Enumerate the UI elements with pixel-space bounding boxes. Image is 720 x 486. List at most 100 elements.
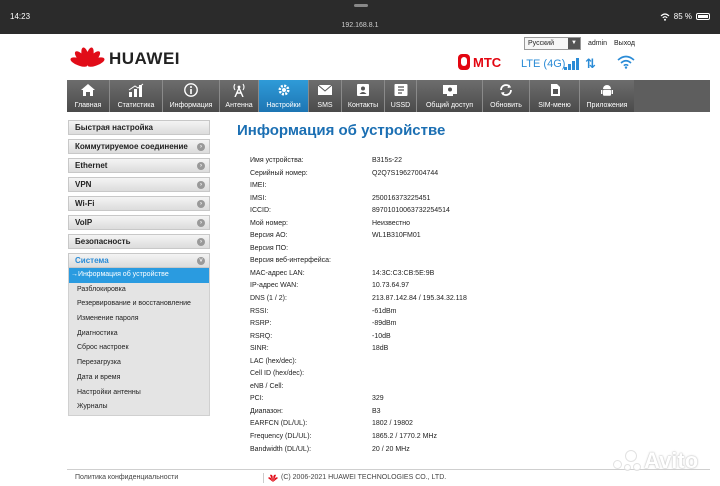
nav-label: Настройки bbox=[266, 102, 301, 109]
signal-strength-icon bbox=[564, 58, 580, 70]
sidebar-item-wifi[interactable]: Wi-Fi › bbox=[68, 196, 210, 211]
info-label: Мой номер: bbox=[250, 219, 288, 227]
language-select[interactable]: Русский ▼ bbox=[524, 37, 581, 50]
copyright-text: (C) 2006-2021 HUAWEI TECHNOLOGIES CO., L… bbox=[281, 474, 447, 481]
submenu-reboot[interactable]: Перезагрузка bbox=[69, 356, 209, 371]
info-label: Bandwidth (DL/UL): bbox=[250, 445, 312, 453]
submenu-unlock[interactable]: Разблокировка bbox=[69, 283, 209, 298]
submenu-change-password[interactable]: Изменение пароля bbox=[69, 312, 209, 327]
info-value: 89701010063732254514 bbox=[372, 207, 450, 215]
info-value: 14:3C:C3:CB:5E:9B bbox=[372, 269, 435, 277]
info-row: Диапазон: B3 bbox=[250, 408, 650, 421]
logout-link[interactable]: Выход bbox=[614, 40, 635, 47]
nav-antenna[interactable]: Антенна bbox=[220, 80, 259, 112]
nav-label: Контакты bbox=[347, 102, 379, 109]
chevron-down-icon: ˅ bbox=[197, 257, 205, 265]
info-row: Frequency (DL/UL): 1865.2 / 1770.2 MHz bbox=[250, 433, 650, 446]
info-label: Версия веб-интерфейса: bbox=[250, 257, 331, 265]
info-label: eNB / Cell: bbox=[250, 382, 284, 390]
sidebar-item-label: Wi-Fi bbox=[75, 199, 95, 208]
info-row: ICCID: 89701010063732254514 bbox=[250, 207, 650, 220]
nav-update[interactable]: Обновить bbox=[483, 80, 530, 112]
wifi-status-icon bbox=[660, 12, 670, 21]
info-label: Cell ID (hex/dec): bbox=[250, 370, 305, 378]
ussd-icon bbox=[394, 84, 407, 96]
nav-ussd[interactable]: USSD bbox=[385, 80, 417, 112]
submenu-antenna-settings[interactable]: Настройки антенны bbox=[69, 386, 209, 401]
info-icon bbox=[184, 83, 198, 97]
info-label: SINR: bbox=[250, 345, 269, 353]
privacy-policy-link[interactable]: Политика конфиденциальности bbox=[75, 474, 178, 481]
mts-egg-icon bbox=[458, 54, 470, 70]
address-bar[interactable]: 192.168.8.1 bbox=[0, 22, 720, 29]
info-value: 18dB bbox=[372, 345, 389, 353]
info-row: Серийный номер: Q2Q7S19627004744 bbox=[250, 170, 650, 183]
submenu-label: Информация об устройстве bbox=[78, 271, 169, 278]
nav-apps[interactable]: Приложения bbox=[580, 80, 634, 112]
nav-label: Общий доступ bbox=[425, 102, 474, 109]
info-value: Неизвестно bbox=[372, 219, 411, 227]
nav-label: SMS bbox=[317, 102, 333, 109]
info-value: 250016373225451 bbox=[372, 194, 431, 202]
nav-sharing[interactable]: Общий доступ bbox=[417, 80, 483, 112]
sidebar-item-quick-setup[interactable]: Быстрая настройка bbox=[68, 120, 210, 135]
submenu-backup-restore[interactable]: Резервирование и восстановление bbox=[69, 297, 209, 312]
nav-sim-menu[interactable]: SIM-меню bbox=[530, 80, 580, 112]
main-navigation: Главная Статистика Информация Антенна На… bbox=[67, 80, 710, 112]
info-label: EARFCN (DL/UL): bbox=[250, 420, 308, 428]
info-row: RSRP: -89dBm bbox=[250, 320, 650, 333]
submenu-label: Сброс настроек bbox=[77, 344, 129, 352]
sidebar-item-voip[interactable]: VoIP › bbox=[68, 215, 210, 230]
footer-separator bbox=[263, 473, 264, 483]
submenu-label: Изменение пароля bbox=[77, 315, 139, 323]
sidebar-item-ethernet[interactable]: Ethernet › bbox=[68, 158, 210, 173]
nav-label: Антенна bbox=[225, 102, 253, 109]
info-row: eNB / Cell: bbox=[250, 383, 650, 396]
info-label: IP-адрес WAN: bbox=[250, 282, 299, 290]
nav-home[interactable]: Главная bbox=[67, 80, 110, 112]
nav-information[interactable]: Информация bbox=[163, 80, 220, 112]
sidebar-item-security[interactable]: Безопасность › bbox=[68, 234, 210, 249]
sidebar-item-label: Быстрая настройка bbox=[75, 123, 153, 132]
sidebar-item-dialup[interactable]: Коммутируемое соединение › bbox=[68, 139, 210, 154]
sidebar-item-system[interactable]: Система ˅ bbox=[68, 253, 210, 268]
update-icon bbox=[500, 84, 512, 96]
username: admin bbox=[588, 40, 608, 47]
info-row: IMSI: 250016373225451 bbox=[250, 195, 650, 208]
submenu-device-info[interactable]: →Информация об устройстве bbox=[69, 268, 209, 283]
sidebar-item-label: Ethernet bbox=[75, 161, 108, 170]
nav-label: Обновить bbox=[490, 102, 522, 109]
info-value: Q2Q7S19627004744 bbox=[372, 169, 439, 177]
sidebar-item-label: VPN bbox=[75, 180, 92, 189]
submenu-label: Журналы bbox=[77, 403, 108, 411]
sidebar-item-label: Коммутируемое соединение bbox=[75, 142, 188, 151]
submenu-factory-reset[interactable]: Сброс настроек bbox=[69, 341, 209, 356]
nav-contacts[interactable]: Контакты bbox=[342, 80, 385, 112]
submenu-label: Диагностика bbox=[77, 329, 118, 337]
info-row: MAC-адрес LAN: 14:3C:C3:CB:5E:9B bbox=[250, 270, 650, 283]
device-status-bar: 14:23 192.168.8.1 85 % bbox=[0, 0, 720, 34]
nav-sms[interactable]: SMS bbox=[309, 80, 342, 112]
home-icon bbox=[81, 84, 95, 96]
submenu-label: Разблокировка bbox=[77, 285, 126, 293]
chevron-down-icon[interactable]: ▼ bbox=[568, 38, 580, 49]
info-value: -10dB bbox=[372, 332, 391, 340]
submenu-date-time[interactable]: Дата и время bbox=[69, 371, 209, 386]
huawei-flower-icon bbox=[69, 45, 106, 73]
nav-label: Приложения bbox=[586, 102, 628, 109]
info-row: LAC (hex/dec): bbox=[250, 358, 650, 371]
nav-label: Статистика bbox=[117, 102, 155, 109]
sidebar-item-vpn[interactable]: VPN › bbox=[68, 177, 210, 192]
chevron-right-icon: › bbox=[197, 219, 205, 227]
status-indicators: 85 % bbox=[660, 12, 710, 21]
android-icon bbox=[601, 85, 613, 96]
nav-settings[interactable]: Настройки bbox=[259, 80, 309, 112]
nav-statistics[interactable]: Статистика bbox=[110, 80, 163, 112]
statistics-icon bbox=[128, 83, 144, 97]
submenu-diagnostics[interactable]: Диагностика bbox=[69, 327, 209, 342]
submenu-logs[interactable]: Журналы bbox=[69, 400, 209, 415]
system-submenu: →Информация об устройстве Разблокировка … bbox=[68, 268, 210, 416]
clock: 14:23 bbox=[10, 12, 31, 21]
chevron-right-icon: › bbox=[197, 200, 205, 208]
info-value: -61dBm bbox=[372, 307, 397, 315]
